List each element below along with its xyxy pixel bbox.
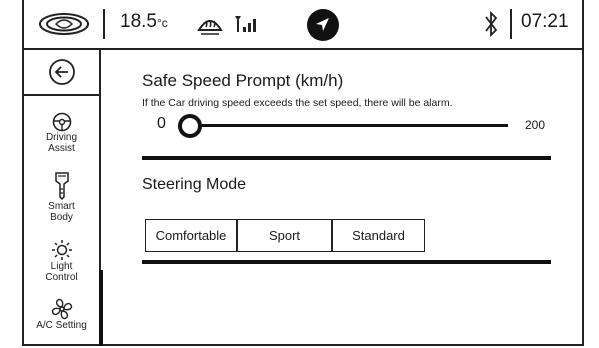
back-button[interactable] [24, 50, 99, 96]
status-separator [103, 9, 105, 39]
speed-slider-track[interactable] [191, 124, 508, 127]
speed-prompt-description: If the Car driving speed exceeds the set… [142, 97, 453, 109]
speed-prompt-title: Safe Speed Prompt (km/h) [142, 71, 344, 90]
sidebar-item-label: Light Control [45, 261, 78, 283]
key-icon [54, 172, 69, 201]
defrost-icon[interactable] [197, 12, 223, 36]
temperature-value: 18.5 [120, 11, 157, 32]
steering-mode-standard-button[interactable]: Standard [332, 219, 425, 252]
clock: 07:21 [521, 11, 569, 32]
slider-min-label: 0 [157, 115, 166, 132]
steering-wheel-icon [52, 112, 71, 132]
navigation-icon[interactable] [306, 8, 340, 42]
sidebar-item-light-control[interactable]: Light Control [24, 239, 99, 283]
sidebar-item-ac-setting[interactable]: A/C Setting [24, 298, 99, 331]
sidebar: Driving Assist Smart Body Light Control … [24, 50, 101, 346]
status-separator [510, 9, 512, 39]
sidebar-item-driving-assist[interactable]: Driving Assist [24, 112, 99, 154]
section-divider [142, 260, 551, 264]
signal-icon [235, 16, 256, 32]
temperature-readout: 18.5°c [120, 11, 168, 33]
light-bulb-icon [51, 240, 72, 260]
sidebar-item-smart-body[interactable]: Smart Body [24, 171, 99, 223]
temperature-unit: °c [156, 16, 168, 30]
back-arrow-icon [49, 59, 75, 85]
brand-logo-icon [39, 13, 89, 35]
section-divider [142, 156, 551, 160]
status-bar: 18.5°c 07:21 [24, 0, 582, 50]
settings-panel: Safe Speed Prompt (km/h) If the Car driv… [101, 50, 582, 346]
steering-mode-title: Steering Mode [142, 176, 247, 193]
fan-icon [51, 298, 72, 320]
steering-mode-comfortable-button[interactable]: Comfortable [145, 219, 237, 252]
bluetooth-icon[interactable] [482, 9, 500, 39]
sidebar-item-label: Smart Body [48, 201, 75, 223]
steering-mode-sport-button[interactable]: Sport [237, 219, 332, 252]
sidebar-item-label: Driving Assist [45, 132, 78, 154]
slider-max-label: 200 [525, 118, 546, 132]
speed-slider-handle[interactable] [178, 114, 202, 138]
sidebar-item-label: A/C Setting [36, 320, 87, 331]
